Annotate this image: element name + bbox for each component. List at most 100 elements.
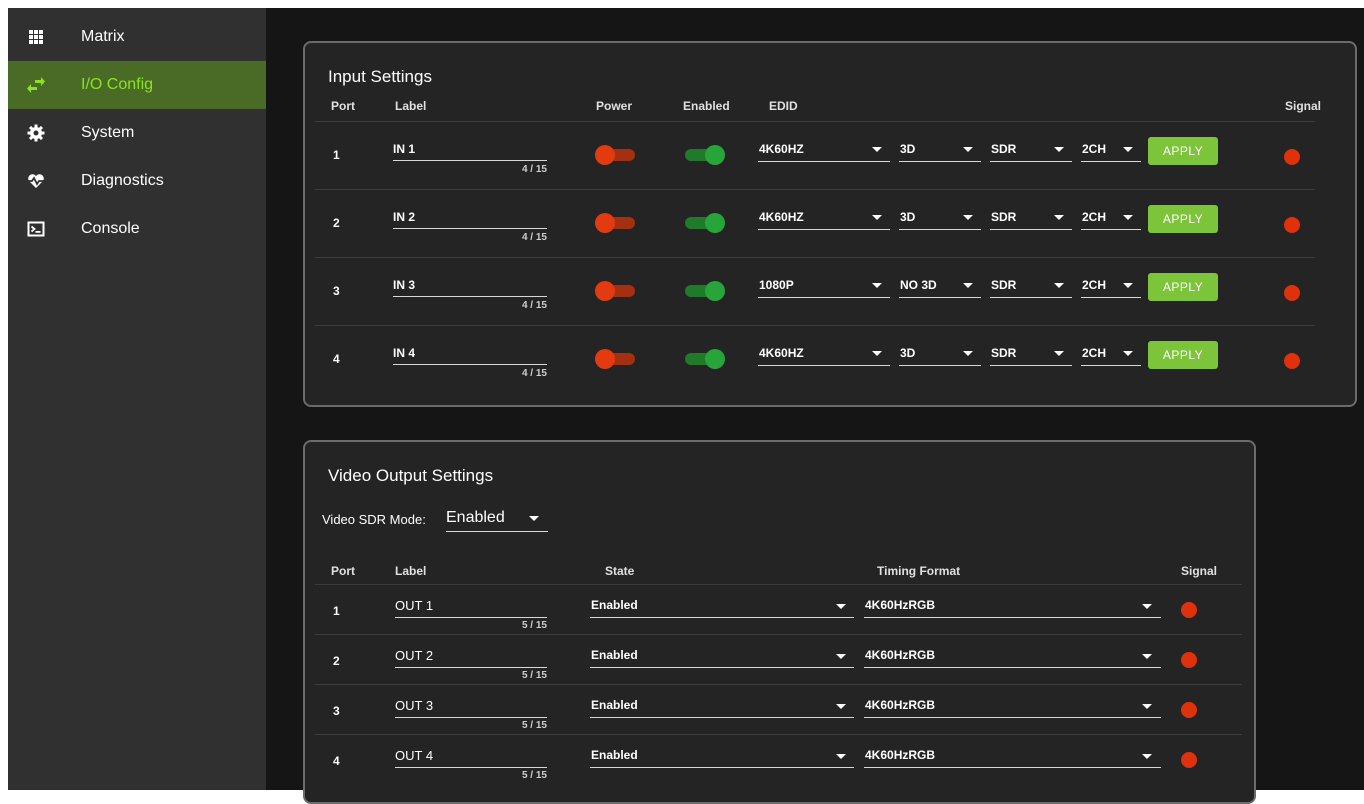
field-underline [393,296,547,297]
select-underline [864,767,1161,768]
state-select[interactable]: Enabled [590,745,854,769]
edid-select[interactable]: 4K60HZ [758,136,890,162]
select-underline [1081,297,1141,298]
enabled-toggle[interactable] [685,349,725,369]
edid-select[interactable]: 4K60HZ [758,340,890,366]
enabled-toggle[interactable] [685,145,725,165]
apply-button[interactable]: APPLY [1148,137,1218,165]
enabled-toggle[interactable] [685,281,725,301]
chevron-down-icon [836,654,846,659]
label-value: IN 2 [393,210,416,224]
heartbeat-icon [26,171,46,191]
input-label-field[interactable]: IN 2 4 / 15 [393,204,547,250]
sidebar-item-matrix[interactable]: Matrix [8,13,266,61]
3d-mode-select[interactable]: 3D [899,136,981,162]
state-select[interactable]: Enabled [590,695,854,719]
sidebar-item-io-config[interactable]: I/O Config [8,61,266,109]
chevron-down-icon [1123,147,1133,152]
power-toggle[interactable] [595,145,635,165]
power-toggle[interactable] [595,349,635,369]
edid-select[interactable]: 4K60HZ [758,204,890,230]
power-toggle[interactable] [595,213,635,233]
dynamic-range-select[interactable]: SDR [990,136,1072,162]
apply-button[interactable]: APPLY [1148,205,1218,233]
column-header-port: Port [331,99,355,113]
chevron-down-icon [872,283,882,288]
dynamic-range-select[interactable]: SDR [990,204,1072,230]
select-underline [990,229,1072,230]
select-value: 4K60HzRGB [865,748,936,762]
apply-button[interactable]: APPLY [1148,341,1218,369]
timing-format-select[interactable]: 4K60HzRGB [864,695,1161,719]
select-value: 4K60HzRGB [865,698,936,712]
timing-format-select[interactable]: 4K60HzRGB [864,645,1161,669]
dynamic-range-select[interactable]: SDR [990,272,1072,298]
sdr-mode-label: Video SDR Mode: [322,512,426,527]
row-divider [315,257,1315,258]
column-header-signal: Signal [1181,564,1218,578]
select-value: SDR [991,346,1017,360]
input-label-field[interactable]: IN 3 4 / 15 [393,272,547,318]
signal-indicator [1284,285,1300,301]
chevron-down-icon [1123,215,1133,220]
sidebar-item-diagnostics[interactable]: Diagnostics [8,157,266,205]
sidebar: Matrix I/O Config System Diagnostics Con… [8,8,266,790]
3d-mode-select[interactable]: NO 3D [899,272,981,298]
sdr-mode-select[interactable]: Enabled [446,508,548,532]
power-toggle[interactable] [595,281,635,301]
select-underline [990,297,1072,298]
output-label-field[interactable]: OUT 4 5 / 15 [395,745,547,785]
apply-button[interactable]: APPLY [1148,273,1218,301]
timing-format-select[interactable]: 4K60HzRGB [864,745,1161,769]
character-counter: 5 / 15 [521,670,547,681]
audio-channel-select[interactable]: 2CH [1081,272,1141,298]
input-label-field[interactable]: IN 1 4 / 15 [393,136,547,182]
toggle-knob [595,213,615,233]
select-value: SDR [991,278,1017,292]
3d-mode-select[interactable]: 3D [899,204,981,230]
select-underline [590,667,854,668]
dynamic-range-select[interactable]: SDR [990,340,1072,366]
output-label-field[interactable]: OUT 3 5 / 15 [395,695,547,735]
input-label-field[interactable]: IN 4 4 / 15 [393,340,547,386]
audio-channel-select[interactable]: 2CH [1081,136,1141,162]
output-label-field[interactable]: OUT 1 5 / 15 [395,595,547,635]
select-value: Enabled [591,648,638,662]
row-divider [315,634,1242,635]
label-value: OUT 2 [395,648,434,663]
3d-mode-select[interactable]: 3D [899,340,981,366]
audio-channel-select[interactable]: 2CH [1081,204,1141,230]
select-underline [899,365,981,366]
character-counter: 4 / 15 [521,164,547,175]
field-underline [393,364,547,365]
port-number: 2 [333,216,340,230]
chevron-down-icon [963,147,973,152]
chevron-down-icon [1142,704,1152,709]
state-select[interactable]: Enabled [590,595,854,619]
label-value: OUT 3 [395,698,434,713]
label-value: IN 3 [393,278,416,292]
select-underline [1081,365,1141,366]
signal-indicator [1181,652,1197,668]
edid-select[interactable]: 1080P [758,272,890,298]
state-select[interactable]: Enabled [590,645,854,669]
enabled-toggle[interactable] [685,213,725,233]
field-underline [393,228,547,229]
sidebar-item-system[interactable]: System [8,109,266,157]
column-header-timing-format: Timing Format [877,564,961,578]
port-number: 4 [333,352,340,366]
select-underline [758,229,890,230]
sidebar-item-label: System [81,124,135,141]
audio-channel-select[interactable]: 2CH [1081,340,1141,366]
timing-format-select[interactable]: 4K60HzRGB [864,595,1161,619]
chevron-down-icon [963,351,973,356]
toggle-knob [595,349,615,369]
chevron-down-icon [872,147,882,152]
output-label-field[interactable]: OUT 2 5 / 15 [395,645,547,685]
column-header-label: Label [395,564,427,578]
sidebar-item-console[interactable]: Console [8,205,266,253]
port-number: 3 [333,704,340,718]
select-value: 2CH [1082,210,1107,224]
chevron-down-icon [1142,654,1152,659]
select-value: Enabled [591,748,638,762]
